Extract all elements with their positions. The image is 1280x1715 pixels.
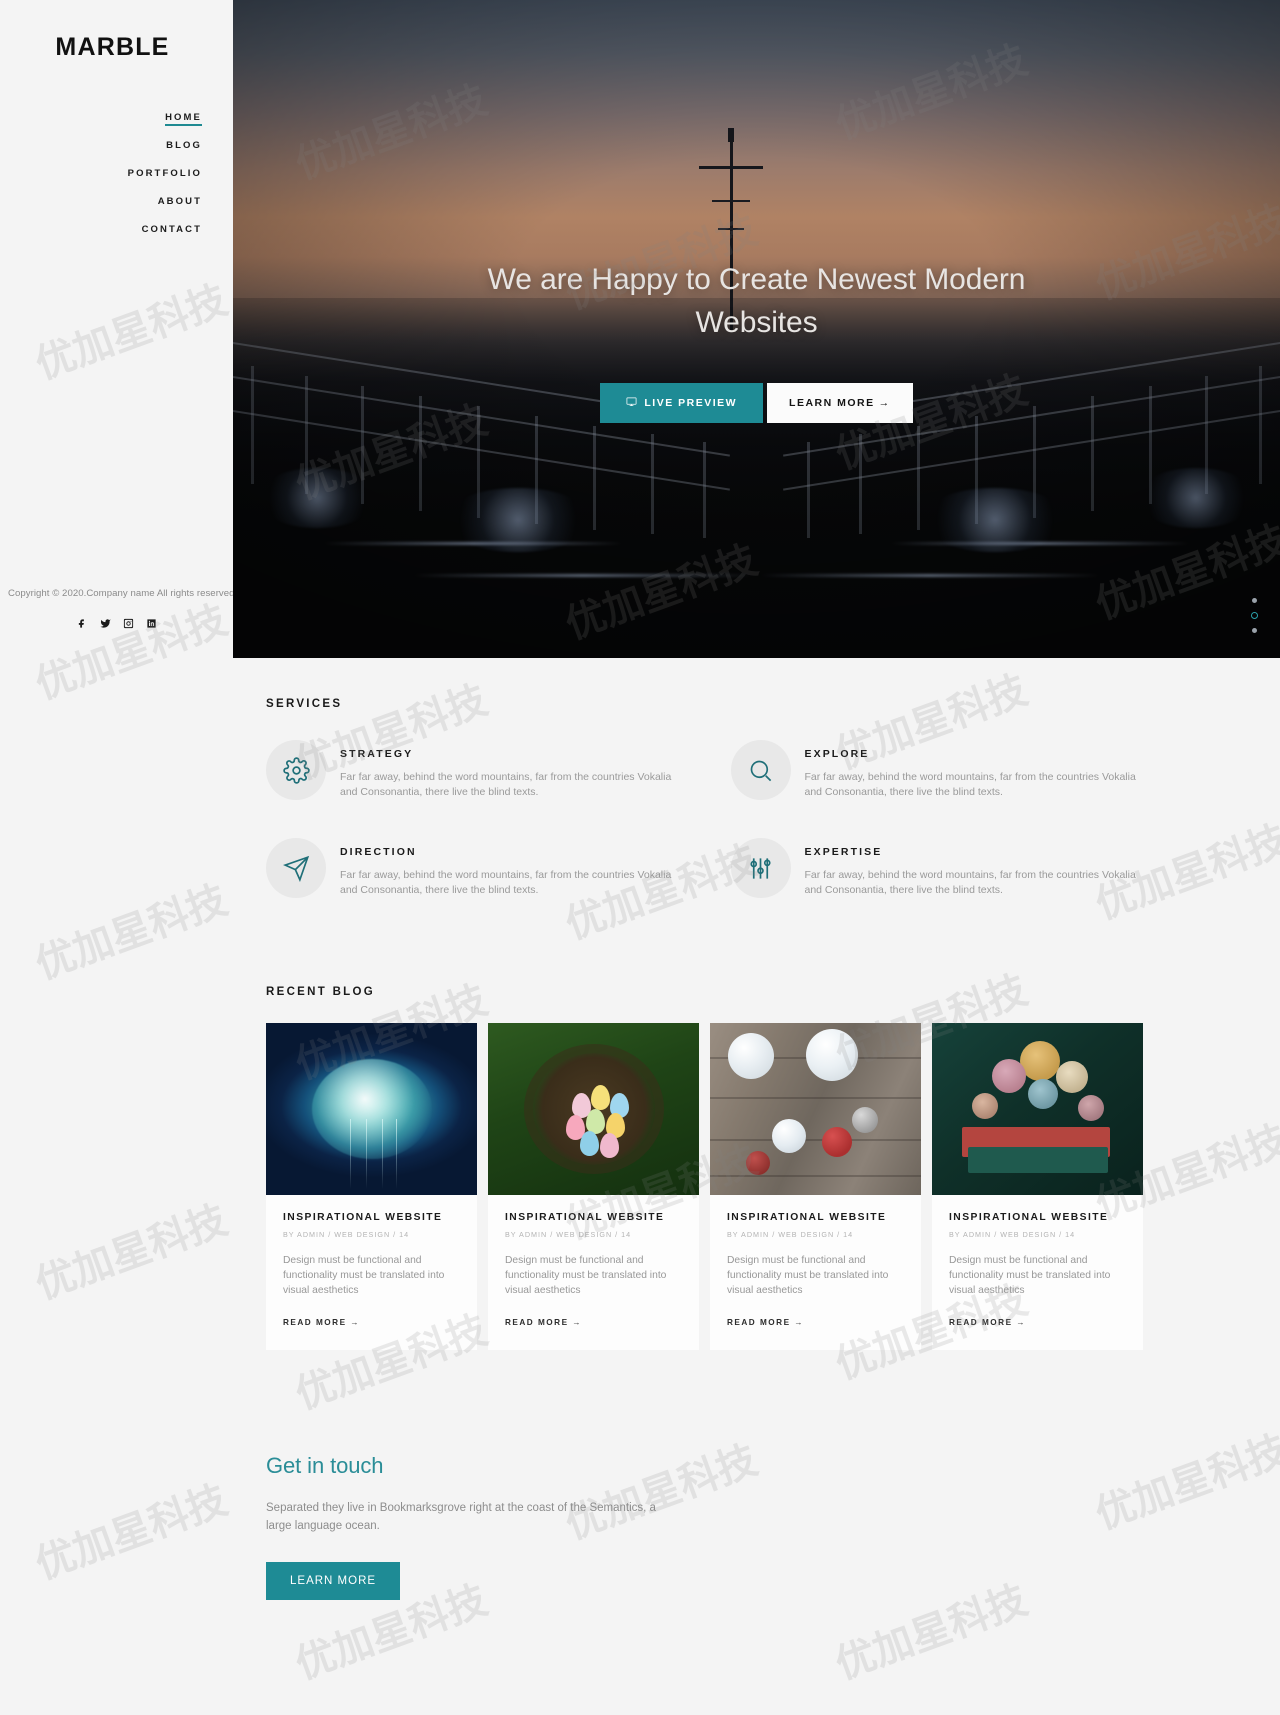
blog-card-body: INSPIRATIONAL WEBSITE BY ADMIN / WEB DES… <box>266 1195 477 1350</box>
service-text-explore: EXPLORE Far far away, behind the word mo… <box>805 740 1150 800</box>
blog-card-body: INSPIRATIONAL WEBSITE BY ADMIN / WEB DES… <box>488 1195 699 1350</box>
service-text-expertise: EXPERTISE Far far away, behind the word … <box>805 838 1150 898</box>
get-in-touch-learn-more-button[interactable]: LEARN MORE <box>266 1562 401 1600</box>
slider-dot-1[interactable] <box>1252 598 1257 603</box>
gear-icon <box>266 740 326 800</box>
twitter-icon[interactable] <box>98 616 113 631</box>
service-heading-expertise: EXPERTISE <box>804 846 883 858</box>
service-desc-strategy: Far far away, behind the word mountains,… <box>340 771 672 798</box>
blog-card[interactable]: INSPIRATIONAL WEBSITE BY ADMIN / WEB DES… <box>488 1023 699 1350</box>
blog-card-title: INSPIRATIONAL WEBSITE <box>727 1212 887 1223</box>
slider-dot-3[interactable] <box>1252 628 1257 633</box>
service-card-expertise: EXPERTISE Far far away, behind the word … <box>730 828 1180 908</box>
sidebar-item-about-label: ABOUT <box>157 196 202 207</box>
sidebar-item-contact[interactable]: CONTACT <box>0 217 202 245</box>
instagram-icon[interactable] <box>121 616 136 631</box>
service-text-strategy: STRATEGY Far far away, behind the word m… <box>340 740 685 800</box>
sidebar-item-portfolio[interactable]: PORTFOLIO <box>0 161 202 189</box>
hero-content: We are Happy to Create Newest Modern Web… <box>233 258 1280 423</box>
hero-title: We are Happy to Create Newest Modern Web… <box>487 263 1026 339</box>
blog-card[interactable]: INSPIRATIONAL WEBSITE BY ADMIN / WEB DES… <box>266 1023 477 1350</box>
service-heading-strategy: STRATEGY <box>340 748 414 760</box>
brand-logo[interactable]: MARBLE <box>0 33 225 62</box>
facebook-icon[interactable] <box>75 616 90 631</box>
blog-card-body: INSPIRATIONAL WEBSITE BY ADMIN / WEB DES… <box>932 1195 1143 1350</box>
blog-card-meta: BY ADMIN / WEB DESIGN / 14 <box>949 1230 1076 1239</box>
blog-thumbnail-gifts <box>932 1023 1143 1195</box>
get-in-touch-heading: Get in touch <box>266 1453 384 1478</box>
main-content: We are Happy to Create Newest Modern Web… <box>233 0 1280 1715</box>
blog-card-title: INSPIRATIONAL WEBSITE <box>283 1212 443 1223</box>
sidebar-item-blog[interactable]: BLOG <box>0 133 202 161</box>
blog-card-excerpt: Design must be functional and functional… <box>727 1255 889 1296</box>
blog-thumbnail-ornaments <box>710 1023 921 1195</box>
blog-card-excerpt: Design must be functional and functional… <box>283 1255 445 1296</box>
get-in-touch-section: Get in touch Separated they live in Book… <box>233 1350 1280 1600</box>
service-text-direction: DIRECTION Far far away, behind the word … <box>340 838 685 898</box>
main-navigation: HOME BLOG PORTFOLIO ABOUT CONTACT <box>0 105 233 245</box>
blog-card-meta: BY ADMIN / WEB DESIGN / 14 <box>283 1230 410 1239</box>
blog-card-meta: BY ADMIN / WEB DESIGN / 14 <box>727 1230 854 1239</box>
hero-learn-more-label: LEARN MORE <box>789 397 875 409</box>
service-card-strategy: STRATEGY Far far away, behind the word m… <box>266 730 715 810</box>
hero-buttons: LIVE PREVIEW LEARN MORE → <box>233 383 1280 423</box>
hero-slider: We are Happy to Create Newest Modern Web… <box>233 0 1280 658</box>
services-title: SERVICES <box>266 698 343 710</box>
blog-card-title: INSPIRATIONAL WEBSITE <box>949 1212 1109 1223</box>
service-heading-direction: DIRECTION <box>340 846 417 858</box>
live-preview-button[interactable]: LIVE PREVIEW <box>600 383 764 423</box>
service-desc-direction: Far far away, behind the word mountains,… <box>340 869 672 896</box>
arrow-right-icon: → <box>878 397 891 409</box>
blog-grid: INSPIRATIONAL WEBSITE BY ADMIN / WEB DES… <box>266 1023 1176 1350</box>
sliders-icon <box>730 838 791 898</box>
sidebar: MARBLE HOME BLOG PORTFOLIO ABOUT CONTACT… <box>0 0 238 1715</box>
slider-dot-2[interactable] <box>1251 612 1258 619</box>
blog-card[interactable]: INSPIRATIONAL WEBSITE BY ADMIN / WEB DES… <box>710 1023 921 1350</box>
service-desc-explore: Far far away, behind the word mountains,… <box>804 771 1136 798</box>
sidebar-item-home-label: HOME <box>165 112 202 126</box>
slider-pagination <box>1251 598 1258 633</box>
sidebar-item-contact-label: CONTACT <box>141 224 202 235</box>
blog-card-body: INSPIRATIONAL WEBSITE BY ADMIN / WEB DES… <box>710 1195 921 1350</box>
services-grid: STRATEGY Far far away, behind the word m… <box>266 730 1179 908</box>
read-more-link[interactable]: READ MORE → <box>949 1318 1026 1327</box>
sidebar-footer: Copyright © 2020.Company name All rights… <box>0 588 238 631</box>
blog-title: RECENT BLOG <box>266 986 375 998</box>
blog-card[interactable]: INSPIRATIONAL WEBSITE BY ADMIN / WEB DES… <box>932 1023 1143 1350</box>
read-more-link[interactable]: READ MORE → <box>283 1318 360 1327</box>
social-links <box>0 616 233 631</box>
services-section: SERVICES STRATEGY Far far away, behind t… <box>233 658 1280 908</box>
blog-card-excerpt: Design must be functional and functional… <box>505 1255 667 1296</box>
magnifier-icon <box>730 740 791 800</box>
blog-card-meta: BY ADMIN / WEB DESIGN / 14 <box>505 1230 632 1239</box>
page-root: MARBLE HOME BLOG PORTFOLIO ABOUT CONTACT… <box>0 0 1280 1715</box>
sidebar-item-blog-label: BLOG <box>166 140 202 151</box>
hero-learn-more-button[interactable]: LEARN MORE → <box>767 383 913 423</box>
monitor-icon <box>626 396 637 410</box>
blog-card-excerpt: Design must be functional and functional… <box>949 1255 1111 1296</box>
live-preview-label: LIVE PREVIEW <box>644 397 738 409</box>
read-more-link[interactable]: READ MORE → <box>505 1318 582 1327</box>
linkedin-icon[interactable] <box>144 616 159 631</box>
copyright-text: Copyright © 2020.Company name All rights… <box>8 588 238 599</box>
get-in-touch-text: Separated they live in Bookmarksgrove ri… <box>266 1502 656 1532</box>
blog-thumbnail-jellyfish <box>266 1023 477 1195</box>
service-heading-explore: EXPLORE <box>804 748 870 760</box>
sidebar-item-home[interactable]: HOME <box>0 105 202 133</box>
sidebar-item-about[interactable]: ABOUT <box>0 189 202 217</box>
sidebar-item-portfolio-label: PORTFOLIO <box>127 168 202 179</box>
service-desc-expertise: Far far away, behind the word mountains,… <box>804 869 1136 896</box>
service-card-explore: EXPLORE Far far away, behind the word mo… <box>730 730 1180 810</box>
paper-plane-icon <box>266 838 326 898</box>
blog-card-title: INSPIRATIONAL WEBSITE <box>505 1212 665 1223</box>
recent-blog-section: RECENT BLOG INSPIRATIONAL WEBSITE BY ADM <box>233 908 1280 1350</box>
blog-thumbnail-eggs <box>488 1023 699 1195</box>
service-card-direction: DIRECTION Far far away, behind the word … <box>266 828 715 908</box>
read-more-link[interactable]: READ MORE → <box>727 1318 804 1327</box>
